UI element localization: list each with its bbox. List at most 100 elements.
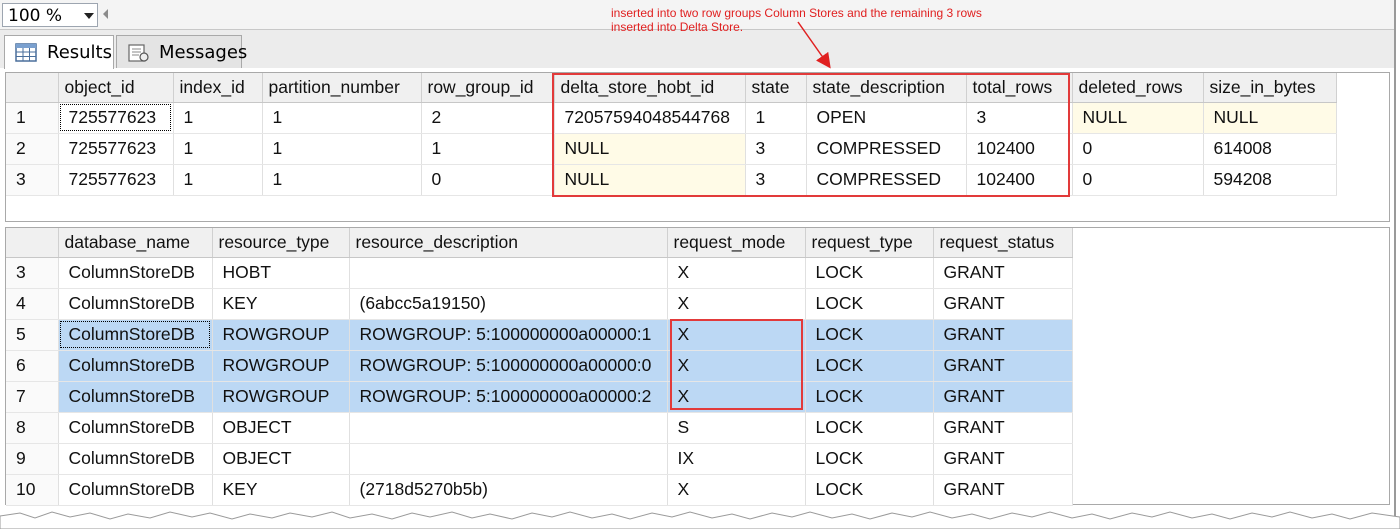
table-cell[interactable]: GRANT <box>933 474 1073 506</box>
table-cell[interactable] <box>349 257 668 289</box>
table-cell[interactable]: LOCK <box>805 381 934 413</box>
table-cell[interactable]: X <box>667 474 806 506</box>
table-cell[interactable]: ColumnStoreDB <box>58 288 213 320</box>
table-cell[interactable]: LOCK <box>805 412 934 444</box>
table-cell[interactable]: LOCK <box>805 257 934 289</box>
table-cell[interactable]: LOCK <box>805 319 934 351</box>
table-cell[interactable]: ColumnStoreDB <box>58 412 213 444</box>
table-cell[interactable]: GRANT <box>933 412 1073 444</box>
table-cell[interactable]: 1 <box>262 164 422 196</box>
table-cell[interactable]: ColumnStoreDB <box>58 443 213 475</box>
table-cell[interactable]: GRANT <box>933 319 1073 351</box>
table-row[interactable]: 2 725577623 1 1 1 NULL 3 COMPRESSED 1024… <box>6 133 1337 165</box>
row-number: 5 <box>6 319 59 351</box>
table-cell[interactable]: OBJECT <box>212 412 350 444</box>
table-row[interactable]: 3 ColumnStoreDB HOBT X LOCK GRANT <box>6 257 1073 289</box>
table-cell[interactable]: ColumnStoreDB <box>58 474 213 506</box>
table-cell[interactable]: LOCK <box>805 474 934 506</box>
row-number-header[interactable] <box>6 228 59 258</box>
table-cell[interactable]: IX <box>667 443 806 475</box>
table-cell[interactable]: NULL <box>554 133 746 165</box>
table-cell[interactable]: X <box>667 288 806 320</box>
table-row[interactable]: 10 ColumnStoreDB KEY (2718d5270b5b) X LO… <box>6 474 1073 506</box>
table-cell[interactable]: COMPRESSED <box>806 164 967 196</box>
table-cell[interactable]: HOBT <box>212 257 350 289</box>
table-cell[interactable]: ROWGROUP: 5:100000000a00000:2 <box>349 381 668 413</box>
table-cell[interactable]: GRANT <box>933 257 1073 289</box>
table-cell[interactable]: 102400 <box>966 133 1073 165</box>
table-cell[interactable]: ColumnStoreDB <box>58 257 213 289</box>
table-cell[interactable]: 614008 <box>1203 133 1337 165</box>
row-number: 8 <box>6 412 59 444</box>
table-cell[interactable]: GRANT <box>933 350 1073 382</box>
table-cell[interactable]: S <box>667 412 806 444</box>
table-cell[interactable]: KEY <box>212 288 350 320</box>
table-cell[interactable]: LOCK <box>805 443 934 475</box>
table-cell[interactable]: 1 <box>421 133 555 165</box>
results-window: 100 % Results Messages inserted into two… <box>0 0 1396 527</box>
table-row[interactable]: 3 725577623 1 1 0 NULL 3 COMPRESSED 1024… <box>6 164 1337 196</box>
header-row: database_name resource_type resource_des… <box>6 228 1073 258</box>
row-number: 2 <box>6 133 59 165</box>
table-cell[interactable]: NULL <box>554 164 746 196</box>
locks-table: database_name resource_type resource_des… <box>6 228 1073 506</box>
table-cell[interactable]: GRANT <box>933 443 1073 475</box>
table-cell[interactable]: 0 <box>1072 133 1204 165</box>
row-number: 9 <box>6 443 59 475</box>
row-number: 7 <box>6 381 59 413</box>
table-cell[interactable]: OBJECT <box>212 443 350 475</box>
table-cell[interactable]: ROWGROUP <box>212 350 350 382</box>
table-cell[interactable]: X <box>667 319 806 351</box>
table-row[interactable]: 4 ColumnStoreDB KEY (6abcc5a19150) X LOC… <box>6 288 1073 320</box>
column-header[interactable]: database_name <box>58 228 213 258</box>
table-cell[interactable]: LOCK <box>805 288 934 320</box>
table-cell[interactable]: 3 <box>745 164 807 196</box>
torn-edge <box>0 511 1400 529</box>
table-cell[interactable]: 1 <box>262 133 422 165</box>
table-cell[interactable]: 1 <box>173 133 263 165</box>
table-cell[interactable]: 725577623 <box>58 133 174 165</box>
row-number: 10 <box>6 474 59 506</box>
table-cell[interactable]: 3 <box>745 133 807 165</box>
table-cell[interactable]: GRANT <box>933 381 1073 413</box>
table-row-selected[interactable]: 5 ColumnStoreDB ROWGROUP ROWGROUP: 5:100… <box>6 319 1073 351</box>
column-header[interactable]: request_mode <box>667 228 806 258</box>
table-cell[interactable]: ROWGROUP: 5:100000000a00000:1 <box>349 319 668 351</box>
table-cell[interactable]: KEY <box>212 474 350 506</box>
table-cell[interactable]: COMPRESSED <box>806 133 967 165</box>
annotation-arrow <box>797 21 831 69</box>
table-row-selected[interactable]: 6 ColumnStoreDB ROWGROUP ROWGROUP: 5:100… <box>6 350 1073 382</box>
table-cell[interactable] <box>349 443 668 475</box>
table-cell[interactable]: 0 <box>1072 164 1204 196</box>
table-cell[interactable]: X <box>667 350 806 382</box>
table-cell[interactable]: (6abcc5a19150) <box>349 288 668 320</box>
results-grid-2[interactable]: database_name resource_type resource_des… <box>5 227 1390 506</box>
table-cell[interactable]: 725577623 <box>58 164 174 196</box>
table-cell[interactable]: GRANT <box>933 288 1073 320</box>
table-cell[interactable]: X <box>667 381 806 413</box>
column-header[interactable]: resource_description <box>349 228 668 258</box>
table-cell[interactable]: 1 <box>173 164 263 196</box>
column-header[interactable]: request_status <box>933 228 1073 258</box>
table-cell[interactable]: ColumnStoreDB <box>58 381 213 413</box>
table-cell[interactable]: 594208 <box>1203 164 1337 196</box>
table-row-selected[interactable]: 7 ColumnStoreDB ROWGROUP ROWGROUP: 5:100… <box>6 381 1073 413</box>
table-cell[interactable]: ROWGROUP <box>212 381 350 413</box>
table-row[interactable]: 8 ColumnStoreDB OBJECT S LOCK GRANT <box>6 412 1073 444</box>
table-cell[interactable]: 102400 <box>966 164 1073 196</box>
table-cell[interactable] <box>349 412 668 444</box>
table-cell[interactable]: X <box>667 257 806 289</box>
table-cell[interactable]: ROWGROUP <box>212 319 350 351</box>
row-number: 6 <box>6 350 59 382</box>
table-cell[interactable]: ColumnStoreDB <box>58 319 213 351</box>
column-header[interactable]: resource_type <box>212 228 350 258</box>
row-number: 3 <box>6 164 59 196</box>
table-cell[interactable]: ROWGROUP: 5:100000000a00000:0 <box>349 350 668 382</box>
table-cell[interactable]: (2718d5270b5b) <box>349 474 668 506</box>
row-number: 4 <box>6 288 59 320</box>
table-cell[interactable]: 0 <box>421 164 555 196</box>
table-cell[interactable]: ColumnStoreDB <box>58 350 213 382</box>
table-cell[interactable]: LOCK <box>805 350 934 382</box>
column-header[interactable]: request_type <box>805 228 934 258</box>
table-row[interactable]: 9 ColumnStoreDB OBJECT IX LOCK GRANT <box>6 443 1073 475</box>
